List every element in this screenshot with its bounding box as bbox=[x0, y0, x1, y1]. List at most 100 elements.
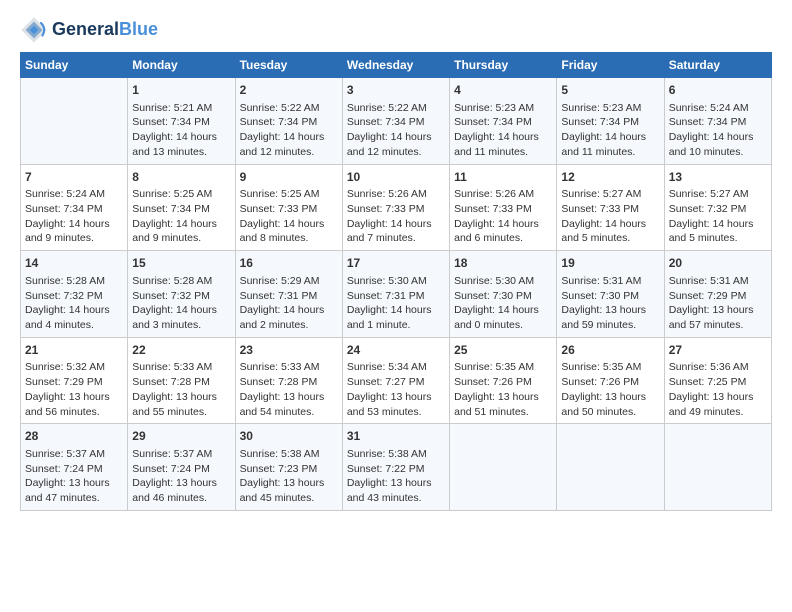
day-info: Sunrise: 5:30 AMSunset: 7:30 PMDaylight:… bbox=[454, 274, 552, 333]
day-info: Sunrise: 5:25 AMSunset: 7:34 PMDaylight:… bbox=[132, 187, 230, 246]
day-cell: 13Sunrise: 5:27 AMSunset: 7:32 PMDayligh… bbox=[664, 164, 771, 251]
day-cell: 24Sunrise: 5:34 AMSunset: 7:27 PMDayligh… bbox=[342, 337, 449, 424]
day-cell: 1 Sunrise: 5:21 AMSunset: 7:34 PMDaylight… bbox=[128, 78, 235, 165]
day-cell: 17 Sunrise: 5:30 AMSunset: 7:31 PMDayligh… bbox=[342, 251, 449, 338]
col-header-tuesday: Tuesday bbox=[235, 53, 342, 78]
date-number: 6 bbox=[669, 82, 767, 99]
week-row-3: 14 Sunrise: 5:28 AMSunset: 7:32 PMDayligh… bbox=[21, 251, 772, 338]
day-cell bbox=[21, 78, 128, 165]
date-number: 10 bbox=[347, 169, 445, 186]
day-info: Sunrise: 5:26 AMSunset: 7:33 PMDaylight:… bbox=[347, 187, 445, 246]
logo: GeneralBlue bbox=[20, 16, 158, 44]
date-number: 7 bbox=[25, 169, 123, 186]
day-info: Sunrise: 5:35 AMSunset: 7:26 PMDaylight:… bbox=[454, 360, 552, 419]
date-number: 11 bbox=[454, 169, 552, 186]
date-number: 31 bbox=[347, 428, 445, 445]
calendar-table: SundayMondayTuesdayWednesdayThursdayFrid… bbox=[20, 52, 772, 511]
day-cell: 5Sunrise: 5:23 AMSunset: 7:34 PMDaylight… bbox=[557, 78, 664, 165]
date-number: 21 bbox=[25, 342, 123, 359]
day-cell: 8Sunrise: 5:25 AMSunset: 7:34 PMDaylight… bbox=[128, 164, 235, 251]
day-cell: 25Sunrise: 5:35 AMSunset: 7:26 PMDayligh… bbox=[450, 337, 557, 424]
date-number: 17 bbox=[347, 255, 445, 272]
day-info: Sunrise: 5:34 AMSunset: 7:27 PMDaylight:… bbox=[347, 360, 445, 419]
day-cell: 14 Sunrise: 5:28 AMSunset: 7:32 PMDayligh… bbox=[21, 251, 128, 338]
day-info: Sunrise: 5:21 AMSunset: 7:34 PMDaylight:… bbox=[132, 101, 230, 160]
col-header-monday: Monday bbox=[128, 53, 235, 78]
day-info: Sunrise: 5:31 AMSunset: 7:30 PMDaylight:… bbox=[561, 274, 659, 333]
day-cell: 21Sunrise: 5:32 AMSunset: 7:29 PMDayligh… bbox=[21, 337, 128, 424]
day-cell: 10Sunrise: 5:26 AMSunset: 7:33 PMDayligh… bbox=[342, 164, 449, 251]
day-cell: 18 Sunrise: 5:30 AMSunset: 7:30 PMDayligh… bbox=[450, 251, 557, 338]
day-info: Sunrise: 5:28 AMSunset: 7:32 PMDaylight:… bbox=[132, 274, 230, 333]
date-number: 30 bbox=[240, 428, 338, 445]
day-cell: 30 Sunrise: 5:38 AMSunset: 7:23 PMDayligh… bbox=[235, 424, 342, 511]
day-info: Sunrise: 5:30 AMSunset: 7:31 PMDaylight:… bbox=[347, 274, 445, 333]
day-info: Sunrise: 5:33 AMSunset: 7:28 PMDaylight:… bbox=[132, 360, 230, 419]
day-cell: 29 Sunrise: 5:37 AMSunset: 7:24 PMDayligh… bbox=[128, 424, 235, 511]
date-number: 15 bbox=[132, 255, 230, 272]
date-number: 4 bbox=[454, 82, 552, 99]
day-info: Sunrise: 5:23 AMSunset: 7:34 PMDaylight:… bbox=[454, 101, 552, 160]
date-number: 23 bbox=[240, 342, 338, 359]
date-number: 14 bbox=[25, 255, 123, 272]
day-info: Sunrise: 5:24 AMSunset: 7:34 PMDaylight:… bbox=[25, 187, 123, 246]
day-cell: 15 Sunrise: 5:28 AMSunset: 7:32 PMDayligh… bbox=[128, 251, 235, 338]
col-header-wednesday: Wednesday bbox=[342, 53, 449, 78]
date-number: 27 bbox=[669, 342, 767, 359]
day-info: Sunrise: 5:22 AMSunset: 7:34 PMDaylight:… bbox=[240, 101, 338, 160]
day-cell: 4 Sunrise: 5:23 AMSunset: 7:34 PMDaylight… bbox=[450, 78, 557, 165]
day-cell bbox=[664, 424, 771, 511]
date-number: 29 bbox=[132, 428, 230, 445]
day-info: Sunrise: 5:37 AMSunset: 7:24 PMDaylight:… bbox=[132, 447, 230, 506]
date-number: 1 bbox=[132, 82, 230, 99]
day-cell: 22Sunrise: 5:33 AMSunset: 7:28 PMDayligh… bbox=[128, 337, 235, 424]
day-cell: 20Sunrise: 5:31 AMSunset: 7:29 PMDayligh… bbox=[664, 251, 771, 338]
day-cell bbox=[557, 424, 664, 511]
day-cell: 27Sunrise: 5:36 AMSunset: 7:25 PMDayligh… bbox=[664, 337, 771, 424]
page: GeneralBlue SundayMondayTuesdayWednesday… bbox=[0, 0, 792, 521]
date-number: 9 bbox=[240, 169, 338, 186]
day-info: Sunrise: 5:38 AMSunset: 7:22 PMDaylight:… bbox=[347, 447, 445, 506]
date-number: 3 bbox=[347, 82, 445, 99]
day-cell: 31 Sunrise: 5:38 AMSunset: 7:22 PMDayligh… bbox=[342, 424, 449, 511]
day-info: Sunrise: 5:25 AMSunset: 7:33 PMDaylight:… bbox=[240, 187, 338, 246]
header: GeneralBlue bbox=[20, 16, 772, 44]
week-row-4: 21Sunrise: 5:32 AMSunset: 7:29 PMDayligh… bbox=[21, 337, 772, 424]
week-row-5: 28 Sunrise: 5:37 AMSunset: 7:24 PMDayligh… bbox=[21, 424, 772, 511]
date-number: 22 bbox=[132, 342, 230, 359]
date-number: 25 bbox=[454, 342, 552, 359]
logo-text: GeneralBlue bbox=[52, 20, 158, 40]
day-cell: 2Sunrise: 5:22 AMSunset: 7:34 PMDaylight… bbox=[235, 78, 342, 165]
date-number: 18 bbox=[454, 255, 552, 272]
day-cell: 19 Sunrise: 5:31 AMSunset: 7:30 PMDayligh… bbox=[557, 251, 664, 338]
day-info: Sunrise: 5:27 AMSunset: 7:32 PMDaylight:… bbox=[669, 187, 767, 246]
date-number: 16 bbox=[240, 255, 338, 272]
day-cell: 9Sunrise: 5:25 AMSunset: 7:33 PMDaylight… bbox=[235, 164, 342, 251]
col-header-thursday: Thursday bbox=[450, 53, 557, 78]
week-row-2: 7Sunrise: 5:24 AMSunset: 7:34 PMDaylight… bbox=[21, 164, 772, 251]
date-number: 8 bbox=[132, 169, 230, 186]
header-row: SundayMondayTuesdayWednesdayThursdayFrid… bbox=[21, 53, 772, 78]
date-number: 26 bbox=[561, 342, 659, 359]
date-number: 24 bbox=[347, 342, 445, 359]
date-number: 20 bbox=[669, 255, 767, 272]
col-header-friday: Friday bbox=[557, 53, 664, 78]
day-info: Sunrise: 5:38 AMSunset: 7:23 PMDaylight:… bbox=[240, 447, 338, 506]
day-info: Sunrise: 5:29 AMSunset: 7:31 PMDaylight:… bbox=[240, 274, 338, 333]
day-info: Sunrise: 5:24 AMSunset: 7:34 PMDaylight:… bbox=[669, 101, 767, 160]
day-info: Sunrise: 5:28 AMSunset: 7:32 PMDaylight:… bbox=[25, 274, 123, 333]
day-info: Sunrise: 5:36 AMSunset: 7:25 PMDaylight:… bbox=[669, 360, 767, 419]
day-cell: 12Sunrise: 5:27 AMSunset: 7:33 PMDayligh… bbox=[557, 164, 664, 251]
day-info: Sunrise: 5:32 AMSunset: 7:29 PMDaylight:… bbox=[25, 360, 123, 419]
date-number: 19 bbox=[561, 255, 659, 272]
day-info: Sunrise: 5:35 AMSunset: 7:26 PMDaylight:… bbox=[561, 360, 659, 419]
logo-icon bbox=[20, 16, 48, 44]
day-cell: 28Sunrise: 5:37 AMSunset: 7:24 PMDayligh… bbox=[21, 424, 128, 511]
day-info: Sunrise: 5:27 AMSunset: 7:33 PMDaylight:… bbox=[561, 187, 659, 246]
day-cell: 6 Sunrise: 5:24 AMSunset: 7:34 PMDaylight… bbox=[664, 78, 771, 165]
date-number: 12 bbox=[561, 169, 659, 186]
day-info: Sunrise: 5:22 AMSunset: 7:34 PMDaylight:… bbox=[347, 101, 445, 160]
day-info: Sunrise: 5:23 AMSunset: 7:34 PMDaylight:… bbox=[561, 101, 659, 160]
col-header-sunday: Sunday bbox=[21, 53, 128, 78]
date-number: 28 bbox=[25, 428, 123, 445]
